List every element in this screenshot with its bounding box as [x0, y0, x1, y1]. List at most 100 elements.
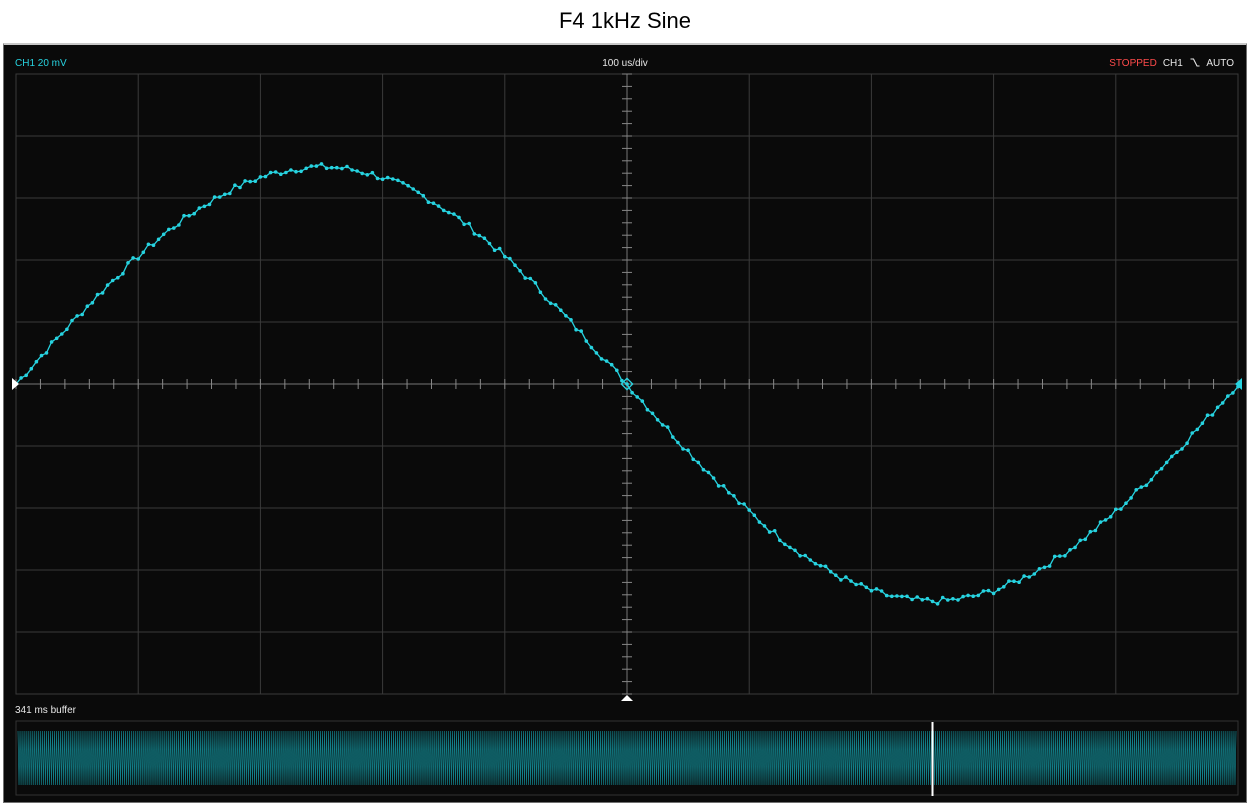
sample-point [823, 564, 828, 569]
sample-point [1200, 421, 1205, 426]
sample-point [676, 440, 680, 445]
sample-point [1058, 554, 1062, 558]
sample-point [559, 308, 563, 313]
sample-point [65, 327, 69, 332]
sample-point [839, 578, 843, 582]
sample-point [574, 327, 578, 332]
sample-point [156, 237, 161, 242]
sample-point [895, 594, 899, 598]
sample-point [411, 187, 416, 191]
sample-point [946, 598, 950, 602]
sample-point [441, 208, 446, 213]
sample-point [375, 176, 380, 181]
sample-point [548, 301, 553, 306]
sample-point [1190, 431, 1194, 435]
sample-point [340, 166, 344, 171]
sample-point [1103, 518, 1108, 522]
sample-point [110, 278, 115, 283]
sample-point [808, 558, 813, 562]
sample-point [518, 269, 522, 273]
sample-point [477, 233, 482, 238]
sample-point [1164, 460, 1169, 465]
sample-point [365, 173, 370, 177]
sample-point [90, 301, 95, 305]
sample-point [294, 169, 298, 174]
sample-point [1047, 564, 1052, 568]
sample-point [482, 236, 487, 240]
sample-point [116, 275, 120, 280]
sample-point [1078, 538, 1082, 543]
sample-point [192, 211, 196, 216]
sample-point [737, 501, 741, 506]
sample-point [355, 169, 359, 173]
sample-point [915, 595, 919, 599]
sample-point [716, 484, 721, 488]
sample-point [767, 530, 772, 534]
sample-point [182, 213, 186, 218]
sample-point [54, 336, 59, 341]
sample-point [472, 232, 477, 236]
sample-point [640, 399, 645, 403]
sample-point [345, 164, 349, 169]
sample-point [721, 484, 726, 488]
sample-point [655, 418, 660, 422]
sample-point [426, 200, 431, 204]
sample-point [594, 351, 599, 355]
sample-point [44, 351, 49, 355]
sample-point [905, 594, 909, 599]
sample-point [228, 191, 232, 196]
sample-point [1022, 574, 1026, 578]
sample-point [757, 520, 762, 524]
sample-point [309, 164, 314, 168]
sample-point [553, 303, 558, 307]
sample-point [834, 573, 838, 577]
trigger-position-marker [621, 695, 633, 701]
sample-point [268, 170, 273, 175]
sample-point [136, 257, 140, 261]
sample-point [828, 569, 833, 574]
sample-point [1119, 507, 1123, 511]
sample-point [696, 460, 701, 465]
sample-point [492, 248, 497, 252]
sample-point [49, 340, 54, 344]
sample-point [940, 595, 945, 600]
sample-point [609, 362, 614, 367]
sample-point [1037, 567, 1042, 571]
sample-point [1231, 391, 1235, 395]
sample-point [1114, 507, 1118, 512]
sample-point [1073, 545, 1077, 550]
sample-point [85, 304, 90, 309]
sample-point [589, 345, 594, 350]
sample-point [457, 215, 461, 220]
sample-point [671, 435, 675, 439]
sample-point [961, 594, 965, 599]
sample-point [884, 593, 889, 598]
sample-point [279, 172, 283, 176]
sample-point [569, 318, 573, 322]
sample-point [584, 339, 589, 343]
sample-point [70, 318, 74, 323]
sample-point [788, 545, 792, 550]
sample-point [910, 597, 914, 602]
buffer-overview[interactable] [15, 720, 1239, 796]
sample-point [273, 170, 278, 174]
scope-display[interactable] [4, 45, 1246, 803]
sample-point [665, 425, 670, 429]
sample-point [212, 195, 217, 199]
sample-point [879, 589, 884, 593]
sample-point [360, 171, 365, 176]
sample-point [711, 476, 716, 480]
sample-point [604, 359, 609, 363]
sample-point [533, 281, 538, 285]
sample-point [523, 276, 527, 280]
sample-point [599, 357, 604, 361]
sample-point [890, 594, 894, 599]
sample-point [635, 395, 639, 399]
sample-point [299, 169, 303, 174]
sample-point [350, 168, 354, 172]
sample-point [253, 179, 258, 183]
sample-point [497, 246, 502, 251]
sample-point [258, 175, 263, 179]
sample-point [874, 587, 879, 591]
sample-point [752, 513, 757, 517]
